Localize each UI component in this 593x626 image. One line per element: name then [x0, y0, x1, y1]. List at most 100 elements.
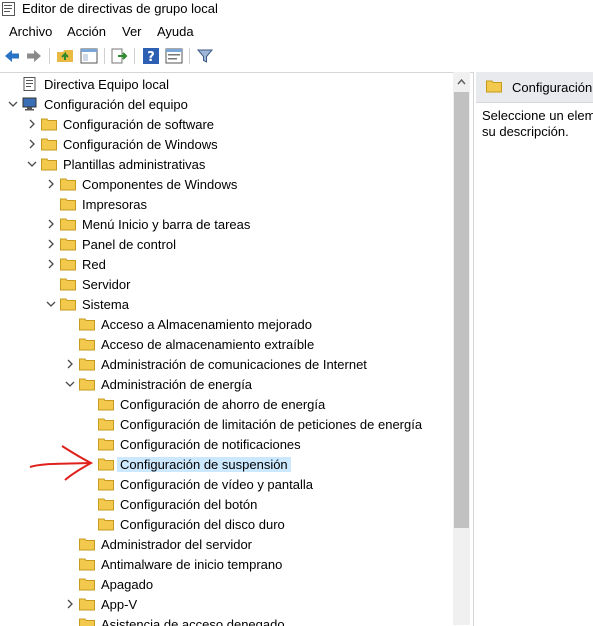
- tree-node-label: Configuración de ahorro de energía: [120, 397, 326, 412]
- tree-node-componentes-de-windows[interactable]: Componentes de Windows: [0, 175, 450, 195]
- annotation-arrow-icon: [29, 445, 94, 481]
- tree-node-label: Red: [82, 257, 106, 272]
- details-pane: Configuración Seleccione un elem su desc…: [476, 72, 593, 625]
- tree-node-label: Servidor: [82, 277, 131, 292]
- tree-node-apagado[interactable]: Apagado: [0, 575, 450, 595]
- chevron-right-icon[interactable]: [26, 118, 38, 130]
- tree-node-label: Configuración del equipo: [44, 97, 188, 112]
- tree-node-app-v[interactable]: App-V: [0, 595, 450, 615]
- forward-icon[interactable]: [25, 47, 43, 65]
- computer-icon: [22, 97, 37, 111]
- tree-node-administrador-del-servidor[interactable]: Administrador del servidor: [0, 535, 450, 555]
- tree-node-label: Menú Inicio y barra de tareas: [82, 217, 251, 232]
- chevron-right-icon[interactable]: [64, 598, 76, 610]
- tree-node-label: Acceso a Almacenamiento mejorado: [101, 317, 313, 332]
- folder-icon: [79, 558, 95, 571]
- chevron-down-icon[interactable]: [26, 158, 38, 170]
- tree-node-label: Administración de comunicaciones de Inte…: [101, 357, 367, 372]
- folder-icon: [60, 258, 76, 271]
- tree-node-impresoras[interactable]: Impresoras: [0, 195, 450, 215]
- policy-icon: [23, 77, 36, 91]
- folder-icon: [41, 118, 57, 131]
- tree-node-asistencia-de-acceso-denegado[interactable]: Asistencia de acceso denegado: [0, 615, 450, 626]
- tree-node-label: Sistema: [82, 297, 129, 312]
- description-line: Seleccione un elem: [482, 108, 593, 123]
- scroll-up-arrow-icon[interactable]: [457, 78, 466, 86]
- help-icon[interactable]: ?: [142, 47, 160, 65]
- tree-node-label: Configuración de software: [63, 117, 215, 132]
- tree-node-label: Configuración de suspensión: [117, 457, 291, 472]
- tree-node-configuracion-de-windows[interactable]: Configuración de Windows: [0, 135, 450, 155]
- tree-node-label: Acceso de almacenamiento extraíble: [101, 337, 315, 352]
- svg-text:?: ?: [147, 50, 155, 65]
- up-folder-icon[interactable]: [56, 47, 74, 65]
- chevron-right-icon[interactable]: [45, 218, 57, 230]
- details-header: Configuración: [476, 72, 593, 103]
- app-policy-icon: [2, 2, 15, 16]
- folder-icon: [98, 518, 114, 531]
- menu-archivo[interactable]: Archivo: [9, 24, 52, 39]
- menu-bar: Archivo Acción Ver Ayuda: [0, 21, 593, 41]
- tree-node-sistema[interactable]: Sistema: [0, 295, 450, 315]
- folder-icon: [79, 538, 95, 551]
- tree-node-menu-inicio-y-barra-de-tareas[interactable]: Menú Inicio y barra de tareas: [0, 215, 450, 235]
- tree-node-configuracion-de-ahorro-de-energia[interactable]: Configuración de ahorro de energía: [0, 395, 450, 415]
- tree-node-acceso-de-almacenamiento-extraible[interactable]: Acceso de almacenamiento extraíble: [0, 335, 450, 355]
- chevron-right-icon[interactable]: [45, 178, 57, 190]
- chevron-down-icon[interactable]: [64, 378, 76, 390]
- chevron-down-icon[interactable]: [45, 298, 57, 310]
- tree-node-configuracion-del-equipo[interactable]: Configuración del equipo: [0, 95, 450, 115]
- folder-icon: [60, 278, 76, 291]
- tree-node-configuracion-de-software[interactable]: Configuración de software: [0, 115, 450, 135]
- tree-node-plantillas-administrativas[interactable]: Plantillas administrativas: [0, 155, 450, 175]
- toolbar-separator: [134, 48, 135, 64]
- folder-icon: [98, 458, 114, 471]
- folder-icon: [79, 318, 95, 331]
- tree-node-directiva-equipo-local[interactable]: Directiva Equipo local: [0, 75, 450, 95]
- tree-node-administracion-de-energia[interactable]: Administración de energía: [0, 375, 450, 395]
- tree-node-panel-de-control[interactable]: Panel de control: [0, 235, 450, 255]
- chevron-right-icon[interactable]: [26, 138, 38, 150]
- tree-node-servidor[interactable]: Servidor: [0, 275, 450, 295]
- properties-icon[interactable]: [165, 47, 183, 65]
- folder-icon: [98, 398, 114, 411]
- tree-node-label: Configuración del botón: [120, 497, 258, 512]
- show-hide-tree-icon[interactable]: [80, 47, 98, 65]
- details-title: Configuración: [512, 80, 593, 95]
- toolbar: ?: [0, 43, 593, 69]
- menu-ver[interactable]: Ver: [122, 24, 142, 39]
- tree-node-red[interactable]: Red: [0, 255, 450, 275]
- description-line: su descripción.: [482, 124, 569, 139]
- toolbar-separator: [49, 48, 50, 64]
- menu-accion[interactable]: Acción: [67, 24, 106, 39]
- folder-icon: [60, 218, 76, 231]
- menu-ayuda[interactable]: Ayuda: [157, 24, 194, 39]
- filter-icon[interactable]: [196, 47, 214, 65]
- tree-node-label: Apagado: [101, 577, 154, 592]
- tree-node-label: App-V: [101, 597, 138, 612]
- tree-node-administracion-de-comunicaciones-de-internet[interactable]: Administración de comunicaciones de Inte…: [0, 355, 450, 375]
- tree-vertical-scrollbar[interactable]: [453, 72, 470, 625]
- tree-node-antimalware-de-inicio-temprano[interactable]: Antimalware de inicio temprano: [0, 555, 450, 575]
- tree-node-label: Configuración de vídeo y pantalla: [120, 477, 313, 492]
- folder-icon: [41, 138, 57, 151]
- tree-node-acceso-a-almacenamiento-mejorado[interactable]: Acceso a Almacenamiento mejorado: [0, 315, 450, 335]
- folder-icon: [79, 378, 95, 391]
- folder-icon: [41, 158, 57, 171]
- folder-icon: [486, 80, 502, 93]
- tree-node-configuracion-de-limitacion-de-peticiones-de-energia[interactable]: Configuración de limitación de peticione…: [0, 415, 450, 435]
- tree-node-label: Configuración de limitación de peticione…: [120, 417, 423, 432]
- folder-icon: [79, 598, 95, 611]
- chevron-right-icon[interactable]: [64, 358, 76, 370]
- tree-node-label: Directiva Equipo local: [44, 77, 170, 92]
- back-icon[interactable]: [3, 47, 21, 65]
- chevron-right-icon[interactable]: [45, 258, 57, 270]
- tree-node-configuracion-del-boton[interactable]: Configuración del botón: [0, 495, 450, 515]
- export-list-icon[interactable]: [110, 47, 128, 65]
- chevron-right-icon[interactable]: [45, 238, 57, 250]
- scrollbar-thumb[interactable]: [454, 92, 469, 528]
- tree-node-configuracion-del-disco-duro[interactable]: Configuración del disco duro: [0, 515, 450, 535]
- tree-node-label: Plantillas administrativas: [63, 157, 206, 172]
- window-title: Editor de directivas de grupo local: [22, 1, 218, 16]
- chevron-down-icon[interactable]: [7, 98, 19, 110]
